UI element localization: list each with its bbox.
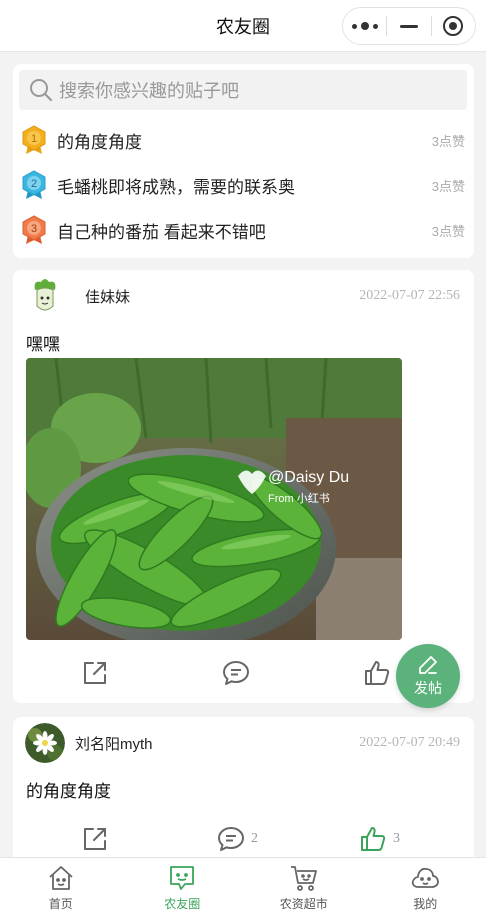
green-peppers-photo: @Daisy Du From 小红书 (26, 358, 402, 640)
author-name[interactable]: 佳妹妹 (85, 286, 359, 307)
search-placeholder: 搜索你感兴趣的贴子吧 (59, 81, 239, 101)
target-icon (443, 16, 464, 36)
miniprogram-capsule (342, 7, 476, 45)
thumbs-up-icon (361, 827, 386, 851)
avatar[interactable] (25, 276, 65, 316)
comment-button[interactable] (222, 659, 256, 687)
share-button[interactable] (81, 825, 109, 853)
nav-bar: 农友圈 (0, 0, 486, 52)
thumbs-up-icon (365, 661, 390, 685)
flower-avatar-icon (25, 723, 65, 763)
svg-text:2: 2 (31, 178, 37, 190)
search-icon (30, 79, 53, 102)
new-post-label: 发帖 (414, 680, 442, 696)
svg-text:1: 1 (31, 133, 37, 145)
minimize-button[interactable] (387, 8, 430, 44)
hot-post-likes: 3点赞 (431, 223, 465, 239)
home-icon (49, 866, 73, 890)
post-card[interactable]: 刘名阳myth 2022-07-07 20:49 的角度角度 2 3 (13, 717, 474, 867)
new-post-button[interactable]: 发帖 (396, 644, 460, 708)
hot-post-title: 毛蟠桃即将成熟，需要的联系奥 (57, 177, 295, 197)
post-header: 刘名阳myth 2022-07-07 20:49 (25, 723, 460, 763)
avatar[interactable] (25, 723, 65, 763)
post-image[interactable]: @Daisy Du From 小红书 (26, 358, 402, 640)
image-watermark-sub: From 小红书 (268, 492, 330, 505)
post-header: 佳妹妹 2022-07-07 22:56 (25, 276, 460, 316)
hot-post-likes: 3点赞 (431, 178, 465, 194)
tab-market[interactable]: 农资超市 (243, 858, 365, 915)
hot-post-item[interactable]: 3 自己种的番茄 看起来不错吧 3点赞 (21, 212, 467, 248)
post-date: 2022-07-07 22:56 (359, 288, 460, 303)
hot-post-likes: 3点赞 (431, 133, 465, 149)
chat-icon (170, 866, 195, 890)
tab-label: 农友圈 (164, 897, 201, 911)
tab-label: 首页 (48, 897, 73, 911)
hot-post-title: 自己种的番茄 看起来不错吧 (57, 222, 266, 242)
pencil-icon (419, 656, 437, 674)
share-button[interactable] (81, 659, 109, 687)
comment-button[interactable]: 2 (217, 825, 258, 853)
like-button[interactable]: 3 (359, 825, 400, 853)
hot-post-item[interactable]: 1 的角度角度 3点赞 (21, 122, 467, 158)
tab-home[interactable]: 首页 (0, 858, 122, 915)
close-miniprogram-button[interactable] (432, 8, 475, 44)
rank-2-medal-icon: 2 (22, 170, 46, 199)
rank-3-medal-icon: 3 (22, 215, 46, 244)
cart-icon (290, 866, 317, 891)
comment-count: 2 (251, 831, 258, 846)
tab-label: 农资超市 (279, 897, 328, 911)
cabbage-avatar-icon (25, 276, 65, 316)
post-actions: 2 3 (13, 825, 474, 859)
hot-post-title: 的角度角度 (57, 132, 142, 152)
author-name[interactable]: 刘名阳myth (75, 733, 359, 754)
search-input[interactable]: 搜索你感兴趣的贴子吧 (19, 70, 467, 110)
share-icon (84, 662, 106, 684)
like-button[interactable] (363, 659, 397, 687)
image-watermark: @Daisy Du (268, 469, 349, 486)
user-cloud-icon (412, 867, 440, 888)
post-card[interactable]: 佳妹妹 2022-07-07 22:56 嘿嘿 @Daisy Du From 小… (13, 270, 474, 703)
minus-icon (399, 24, 418, 28)
tab-label: 我的 (413, 897, 438, 911)
hot-posts-card: 搜索你感兴趣的贴子吧 1 的角度角度 3点赞 2 毛蟠桃即将成熟，需要的联系奥 … (13, 64, 474, 258)
svg-text:3: 3 (31, 223, 37, 235)
tab-bar: 首页 农友圈 农资超市 我的 (0, 857, 486, 915)
rank-1-medal-icon: 1 (22, 125, 46, 154)
post-date: 2022-07-07 20:49 (359, 735, 460, 750)
like-count: 3 (393, 831, 400, 846)
more-button[interactable] (343, 8, 386, 44)
more-dots-icon (351, 22, 378, 30)
post-content: 的角度角度 (26, 782, 111, 801)
comment-icon (218, 827, 244, 851)
share-icon (84, 828, 106, 850)
post-content: 嘿嘿 (26, 335, 60, 354)
page-title: 农友圈 (216, 16, 270, 37)
comment-icon (223, 661, 249, 685)
hot-post-item[interactable]: 2 毛蟠桃即将成熟，需要的联系奥 3点赞 (21, 167, 467, 203)
tab-profile[interactable]: 我的 (365, 858, 486, 915)
tab-community[interactable]: 农友圈 (122, 858, 244, 915)
